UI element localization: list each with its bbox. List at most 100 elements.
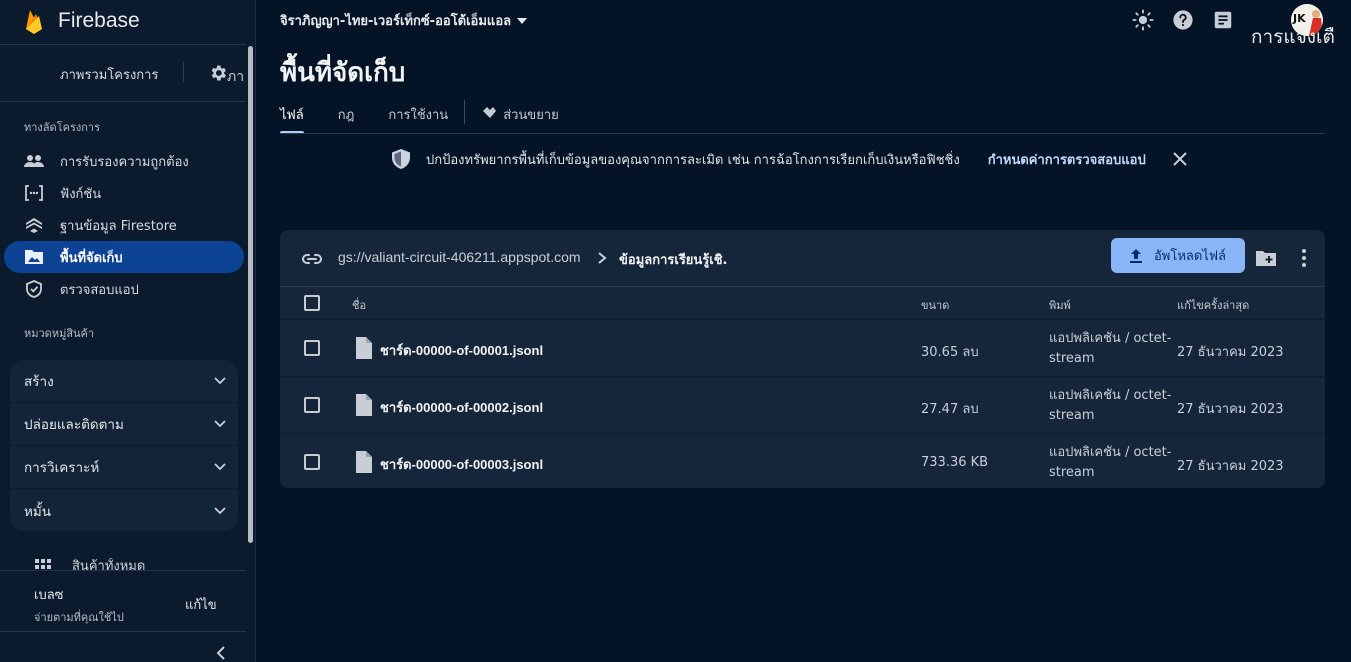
plan-name: เบลซ — [34, 588, 64, 603]
plan-edit-button[interactable]: แก้ไข — [185, 594, 217, 615]
row-checkbox[interactable] — [304, 454, 320, 470]
file-size: 30.65 ลบ — [921, 345, 979, 360]
row-checkbox[interactable] — [304, 397, 320, 413]
help-icon[interactable] — [1172, 9, 1194, 31]
file-browser-header: gs://valiant-circuit-406211.appspot.com … — [280, 230, 1325, 286]
tabs-divider — [280, 133, 1325, 134]
column-modified[interactable]: แก้ไขครั้งล่าสุด — [1177, 296, 1249, 314]
tab-usage[interactable]: การใช้งาน — [388, 100, 448, 134]
file-size: 27.47 ลบ — [921, 402, 979, 417]
close-icon[interactable] — [1172, 151, 1188, 167]
sidebar-item-label: ฟังก์ชัน — [60, 186, 102, 202]
gear-icon[interactable] — [208, 63, 228, 83]
chevron-down-icon — [214, 506, 226, 514]
bucket-path[interactable]: gs://valiant-circuit-406211.appspot.com — [338, 249, 581, 265]
storage-icon — [24, 247, 44, 267]
project-selector[interactable]: จิราภิญญา-ไทย-เวอร์เท็กซ์-ออโต้เอ็มแอล — [280, 10, 528, 31]
file-icon — [356, 394, 372, 416]
plan-info: เบลซ จ่ายตามที่คุณใช้ไป — [34, 584, 124, 626]
file-size: 733.36 KB — [921, 455, 989, 470]
file-name[interactable]: ชาร์ด-00000-of-00003.jsonl — [380, 454, 543, 475]
sidebar-item-label: พื้นที่จัดเก็บ — [60, 250, 123, 266]
release-notes-icon[interactable] — [1212, 9, 1234, 31]
divider — [0, 101, 246, 102]
chevron-right-icon — [598, 252, 607, 264]
file-name[interactable]: ชาร์ด-00000-of-00001.jsonl — [380, 340, 543, 361]
page-title: พื้นที่จัดเก็บ — [280, 58, 406, 88]
file-browser: gs://valiant-circuit-406211.appspot.com … — [280, 230, 1325, 488]
tab-divider — [464, 100, 466, 124]
category-analytics[interactable]: การวิเคราะห์ — [10, 446, 238, 489]
divider — [0, 44, 246, 45]
file-name[interactable]: ชาร์ด-00000-of-00002.jsonl — [380, 397, 543, 418]
firebase-logo[interactable]: Firebase — [24, 6, 140, 36]
table-header: ชื่อ ขนาด พิมพ์ แก้ไขครั้งล่าสุด — [280, 286, 1325, 319]
sidebar-item-app-check[interactable]: ตรวจสอบแอป — [4, 273, 244, 305]
category-build[interactable]: สร้าง — [10, 360, 238, 403]
project-overview-link[interactable]: ภาพรวมโครงการ — [60, 64, 158, 85]
category-label: ปล่อยและติดตาม — [24, 417, 124, 433]
table-row[interactable]: ชาร์ด-00000-of-00002.jsonl 27.47 ลบ แอปพ… — [280, 376, 1325, 433]
tab-bar: ไฟล์ กฎ การใช้งาน ส่วนขยาย — [280, 100, 593, 134]
upload-file-button[interactable]: อัพโหลดไฟล์ — [1111, 238, 1245, 273]
select-all-checkbox[interactable] — [304, 295, 320, 311]
category-label: สร้าง — [24, 374, 54, 390]
functions-icon — [24, 183, 44, 203]
tab-files[interactable]: ไฟล์ — [280, 100, 304, 134]
divider — [0, 631, 246, 632]
category-release-monitor[interactable]: ปล่อยและติดตาม — [10, 403, 238, 446]
file-type: แอปพลิเคชัน / octet-stream — [1049, 331, 1172, 366]
column-size[interactable]: ขนาด — [921, 296, 949, 314]
tab-rules[interactable]: กฎ — [338, 100, 355, 134]
users-icon — [24, 151, 44, 171]
sidebar-item-label: ตรวจสอบแอป — [60, 282, 139, 298]
upload-label: อัพโหลดไฟล์ — [1153, 249, 1227, 264]
chevron-left-icon[interactable] — [214, 645, 230, 661]
file-icon — [356, 451, 372, 473]
file-type: แอปพลิเคชัน / octet-stream — [1049, 388, 1172, 423]
table-row[interactable]: ชาร์ด-00000-of-00001.jsonl 30.65 ลบ แอปพ… — [280, 319, 1325, 376]
file-type: แอปพลิเคชัน / octet-stream — [1049, 445, 1172, 480]
sidebar-item-functions[interactable]: ฟังก์ชัน — [4, 177, 244, 209]
divider — [183, 62, 184, 82]
category-label: การวิเคราะห์ — [24, 460, 100, 476]
file-icon — [356, 337, 372, 359]
chevron-down-icon — [214, 420, 226, 428]
sidebar: Firebase ภาพรวมโครงการ ภา ทางลัดโครงการ … — [0, 0, 256, 662]
file-modified: 27 ธันวาคม 2023 — [1177, 459, 1284, 474]
column-type[interactable]: พิมพ์ — [1049, 296, 1071, 314]
link-icon[interactable] — [300, 247, 324, 271]
row-checkbox[interactable] — [304, 340, 320, 356]
plan-subtitle: จ่ายตามที่คุณใช้ไป — [34, 611, 124, 624]
category-engage[interactable]: หมั้น — [10, 489, 238, 531]
more-vert-icon[interactable] — [1294, 246, 1314, 270]
sidebar-item-authentication[interactable]: การรับรองความถูกต้อง — [4, 145, 244, 177]
configure-app-check-link[interactable]: กำหนดค่าการตรวจสอบแอป — [988, 149, 1146, 170]
breadcrumb-folder[interactable]: ข้อมูลการเรียนรู้เชิ. — [619, 249, 728, 270]
tab-extensions[interactable]: ส่วนขยาย — [481, 100, 559, 134]
divider — [0, 570, 246, 571]
brand-name: Firebase — [58, 9, 140, 32]
firestore-icon — [24, 215, 44, 235]
sidebar-scrollbar[interactable] — [248, 46, 253, 543]
notifications-label[interactable]: การแจ้งเตื — [1251, 22, 1335, 52]
file-modified: 27 ธันวาคม 2023 — [1177, 345, 1284, 360]
create-folder-icon[interactable] — [1254, 246, 1278, 270]
app-check-banner: ปกป้องทรัพยากรพื้นที่เก็บข้อมูลของคุณจาก… — [390, 147, 1188, 171]
sidebar-item-storage[interactable]: พื้นที่จัดเก็บ — [4, 241, 244, 273]
chevron-down-icon — [214, 377, 226, 385]
sidebar-item-label: การรับรองความถูกต้อง — [60, 154, 189, 170]
categories-label: หมวดหมู่สินค้า — [24, 327, 95, 340]
column-name[interactable]: ชื่อ — [352, 296, 366, 314]
theme-toggle-icon[interactable] — [1132, 9, 1154, 31]
banner-text: ปกป้องทรัพยากรพื้นที่เก็บข้อมูลของคุณจาก… — [426, 152, 960, 168]
product-categories: สร้าง ปล่อยและติดตาม การวิเคราะห์ หมั้น — [10, 360, 238, 531]
file-modified: 27 ธันวาคม 2023 — [1177, 402, 1284, 417]
table-row[interactable]: ชาร์ด-00000-of-00003.jsonl 733.36 KB แอป… — [280, 433, 1325, 488]
extensions-icon — [483, 107, 497, 118]
chevron-down-icon — [214, 463, 226, 471]
upload-icon — [1129, 248, 1142, 263]
app-check-icon — [24, 279, 44, 299]
firebase-flame-icon — [26, 10, 42, 34]
sidebar-item-firestore[interactable]: ฐานข้อมูล Firestore — [4, 209, 244, 241]
